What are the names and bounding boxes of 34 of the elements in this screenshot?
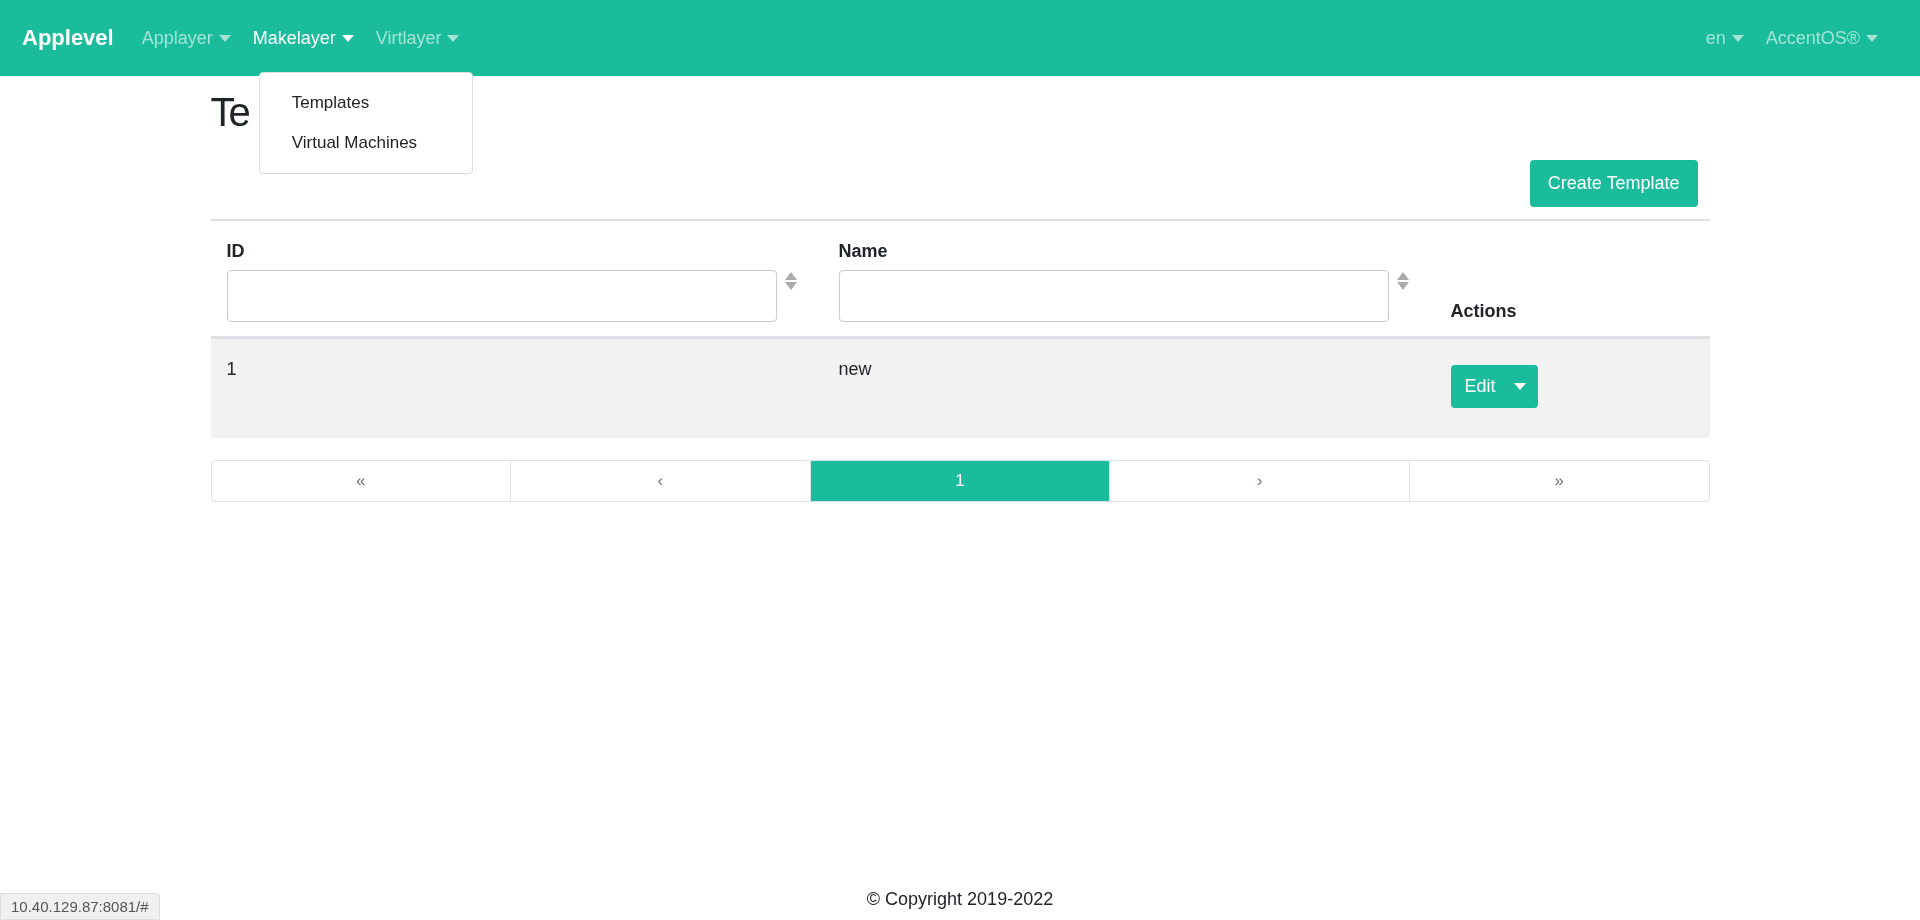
sort-icon[interactable] <box>1396 272 1409 290</box>
dropdown-toggle[interactable] <box>1505 365 1538 408</box>
create-template-button[interactable]: Create Template <box>1529 160 1698 207</box>
dropdown-item[interactable]: Virtual Machines <box>259 122 472 163</box>
copyright-text: © Copyright 2019-2022 <box>866 889 1054 909</box>
nav-menu[interactable]: Virtlayer <box>375 27 460 49</box>
caret-icon <box>1513 383 1526 390</box>
caret-icon <box>1866 34 1878 42</box>
filter-input[interactable] <box>838 270 1389 322</box>
column-header: ID <box>226 241 245 261</box>
column-header: Actions <box>1450 301 1517 321</box>
caret-icon <box>447 34 460 42</box>
table-cell: new <box>838 359 872 379</box>
page-title: Te <box>210 89 249 136</box>
table-cell: 1 <box>226 359 237 379</box>
sort-icon[interactable] <box>784 272 797 290</box>
caret-icon <box>1731 34 1744 42</box>
page-link[interactable]: » <box>1408 460 1709 501</box>
nav-menu[interactable]: Applayer <box>141 27 231 49</box>
nav-menu[interactable]: en <box>1705 27 1744 49</box>
page-link[interactable]: « <box>211 460 511 501</box>
edit-button[interactable]: Edit <box>1450 365 1506 408</box>
brand-link[interactable]: Applevel <box>22 25 114 51</box>
caret-icon <box>218 34 231 42</box>
column-header: Name <box>838 241 888 261</box>
dropdown-item[interactable]: Templates <box>259 82 472 123</box>
filter-input[interactable] <box>226 270 777 322</box>
status-url: 10.40.129.87:8081/# <box>0 893 160 920</box>
nav-menu[interactable]: Makelayer <box>252 27 354 49</box>
page-link[interactable]: ‹ <box>510 460 810 501</box>
page-link[interactable]: › <box>1109 460 1409 501</box>
caret-icon <box>341 34 354 42</box>
page-link[interactable]: 1 <box>809 460 1110 501</box>
nav-menu[interactable]: AccentOS® <box>1765 27 1878 49</box>
